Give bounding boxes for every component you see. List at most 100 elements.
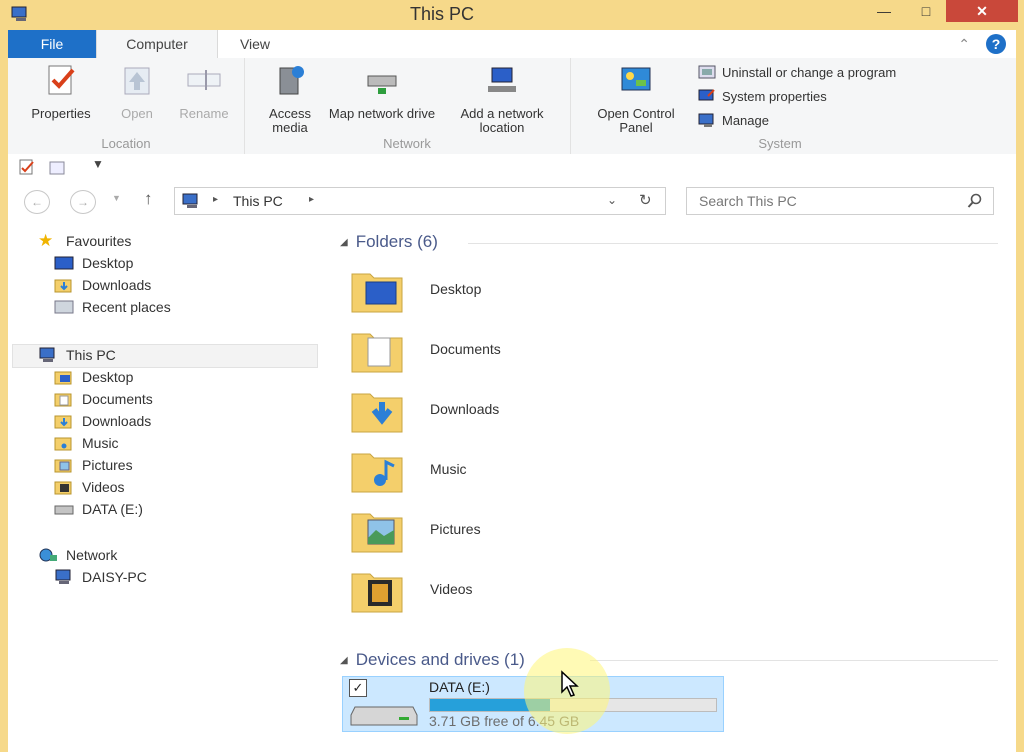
select-checkbox[interactable]: ✓	[349, 679, 367, 697]
downloads-folder-icon	[54, 279, 72, 293]
network-icon	[39, 548, 57, 562]
system-properties-button[interactable]: System properties	[698, 88, 827, 104]
collapse-icon[interactable]: ◢	[340, 237, 348, 248]
uninstall-program-button[interactable]: Uninstall or change a program	[698, 64, 896, 80]
section-divider	[468, 243, 998, 244]
nav-pc-documents[interactable]: Documents	[54, 388, 153, 410]
downloads-folder-icon	[54, 415, 72, 429]
nav-network[interactable]: Network	[38, 544, 117, 566]
drive-name: DATA (E:)	[429, 679, 490, 695]
nav-this-pc[interactable]: This PC	[38, 344, 116, 366]
open-control-panel-button[interactable]: Open Control Panel	[580, 62, 692, 135]
minimize-button[interactable]: —	[862, 0, 906, 22]
pictures-folder-icon	[54, 459, 72, 473]
devices-section-header[interactable]: ◢ Devices and drives (1)	[340, 650, 525, 670]
explorer-window: This PC — □ ✕ File Computer View ⌃ ? Pro…	[0, 0, 1024, 752]
music-folder-icon	[54, 437, 72, 451]
nav-fav-recent-places[interactable]: Recent places	[54, 296, 171, 318]
breadcrumb-chevron-icon[interactable]: ▸	[309, 194, 314, 205]
system-properties-icon	[698, 89, 715, 101]
nav-pc-desktop[interactable]: Desktop	[54, 366, 133, 388]
access-media-button[interactable]: Access media	[258, 62, 322, 135]
properties-button[interactable]: Properties	[16, 62, 106, 121]
folder-documents[interactable]: Documents	[350, 322, 501, 376]
rename-icon	[187, 70, 221, 90]
collapse-ribbon-icon[interactable]: ⌃	[958, 36, 970, 53]
quick-access-toolbar: ▼	[8, 154, 1016, 180]
new-folder-icon[interactable]	[48, 158, 66, 176]
add-network-location-icon	[488, 67, 516, 92]
videos-folder-icon	[351, 573, 403, 613]
properties-icon	[48, 65, 75, 95]
help-icon[interactable]: ?	[986, 34, 1006, 54]
star-icon: ★	[38, 231, 54, 250]
title-bar[interactable]: This PC — □ ✕	[0, 0, 1024, 30]
window-content: File Computer View ⌃ ? Properties Open R…	[8, 30, 1016, 752]
music-folder-icon	[351, 453, 403, 493]
folder-music[interactable]: Music	[350, 442, 467, 496]
address-bar[interactable]: ▸ This PC ▸ ⌄ ↻	[174, 187, 666, 215]
location-group-label: Location	[101, 136, 151, 151]
up-arrow-icon[interactable]: ↑	[144, 189, 153, 209]
tab-file[interactable]: File	[8, 30, 96, 58]
refresh-icon[interactable]: ↻	[639, 191, 652, 209]
folder-icon	[54, 371, 72, 385]
nav-pc-pictures[interactable]: Pictures	[54, 454, 133, 476]
folder-desktop[interactable]: Desktop	[350, 262, 481, 316]
location-group: Properties Open Rename Location	[8, 58, 245, 154]
folder-pictures[interactable]: Pictures	[350, 502, 481, 556]
navigation-pane: ★ Favourites Desktop Downloads Recent pl…	[8, 220, 318, 752]
maximize-button[interactable]: □	[904, 0, 948, 22]
section-divider	[590, 660, 998, 661]
uninstall-icon	[698, 65, 716, 79]
customize-toolbar-icon[interactable]: ▼	[92, 157, 104, 171]
tab-view[interactable]: View	[220, 30, 290, 58]
search-input[interactable]: Search This PC	[699, 193, 797, 209]
tab-computer[interactable]: Computer	[96, 30, 218, 59]
breadcrumb-this-pc[interactable]: This PC	[233, 193, 283, 209]
search-icon[interactable]	[967, 193, 983, 209]
downloads-folder-icon	[351, 393, 403, 433]
recent-locations-icon[interactable]: ▼	[112, 193, 121, 203]
search-box[interactable]: Search This PC	[686, 187, 994, 215]
nav-network-daisy-pc[interactable]: DAISY-PC	[54, 566, 147, 588]
folder-downloads[interactable]: Downloads	[350, 382, 499, 436]
collapse-icon[interactable]: ◢	[340, 655, 348, 666]
nav-favourites[interactable]: ★ Favourites	[38, 230, 131, 252]
system-group-label: System	[758, 136, 802, 151]
folders-section-header[interactable]: ◢ Folders (6)	[340, 232, 438, 252]
folder-videos[interactable]: Videos	[350, 562, 473, 616]
window-title: This PC	[409, 4, 474, 24]
rename-button[interactable]: Rename	[168, 62, 240, 121]
nav-pc-music[interactable]: Music	[54, 432, 119, 454]
nav-fav-downloads[interactable]: Downloads	[54, 274, 151, 296]
open-icon	[124, 67, 150, 95]
back-button[interactable]: ←	[24, 190, 50, 214]
breadcrumb-separator-icon[interactable]: ▸	[213, 194, 218, 205]
drive-icon	[54, 505, 74, 515]
add-network-location-button[interactable]: Add a network location	[440, 62, 564, 135]
nav-pc-downloads[interactable]: Downloads	[54, 410, 151, 432]
documents-folder-icon	[351, 333, 403, 373]
nav-fav-desktop[interactable]: Desktop	[54, 252, 133, 274]
address-dropdown-icon[interactable]: ⌄	[607, 193, 617, 207]
properties-icon[interactable]	[18, 158, 36, 176]
documents-folder-icon	[54, 393, 72, 407]
network-group-label: Network	[383, 136, 431, 151]
nav-pc-videos[interactable]: Videos	[54, 476, 125, 498]
network-drive-icon	[367, 75, 397, 94]
manage-button[interactable]: Manage	[698, 112, 769, 128]
forward-button[interactable]: →	[70, 190, 96, 214]
address-row: ← → ▼ ↑ ▸ This PC ▸ ⌄ ↻ Search This PC	[8, 180, 1016, 220]
computer-icon	[55, 569, 71, 584]
nav-pc-data-drive[interactable]: DATA (E:)	[54, 498, 143, 520]
close-button[interactable]: ✕	[946, 0, 1018, 22]
open-button[interactable]: Open	[106, 62, 168, 121]
map-network-drive-button[interactable]: Map network drive	[326, 62, 438, 121]
pictures-folder-icon	[351, 513, 403, 553]
content-pane: ◢ Folders (6) Desktop Documents Download…	[320, 220, 1016, 752]
network-group: Access media Map network drive Add a net…	[244, 58, 571, 154]
desktop-icon	[54, 256, 74, 270]
recent-places-icon	[54, 300, 74, 314]
control-panel-icon	[621, 67, 651, 91]
